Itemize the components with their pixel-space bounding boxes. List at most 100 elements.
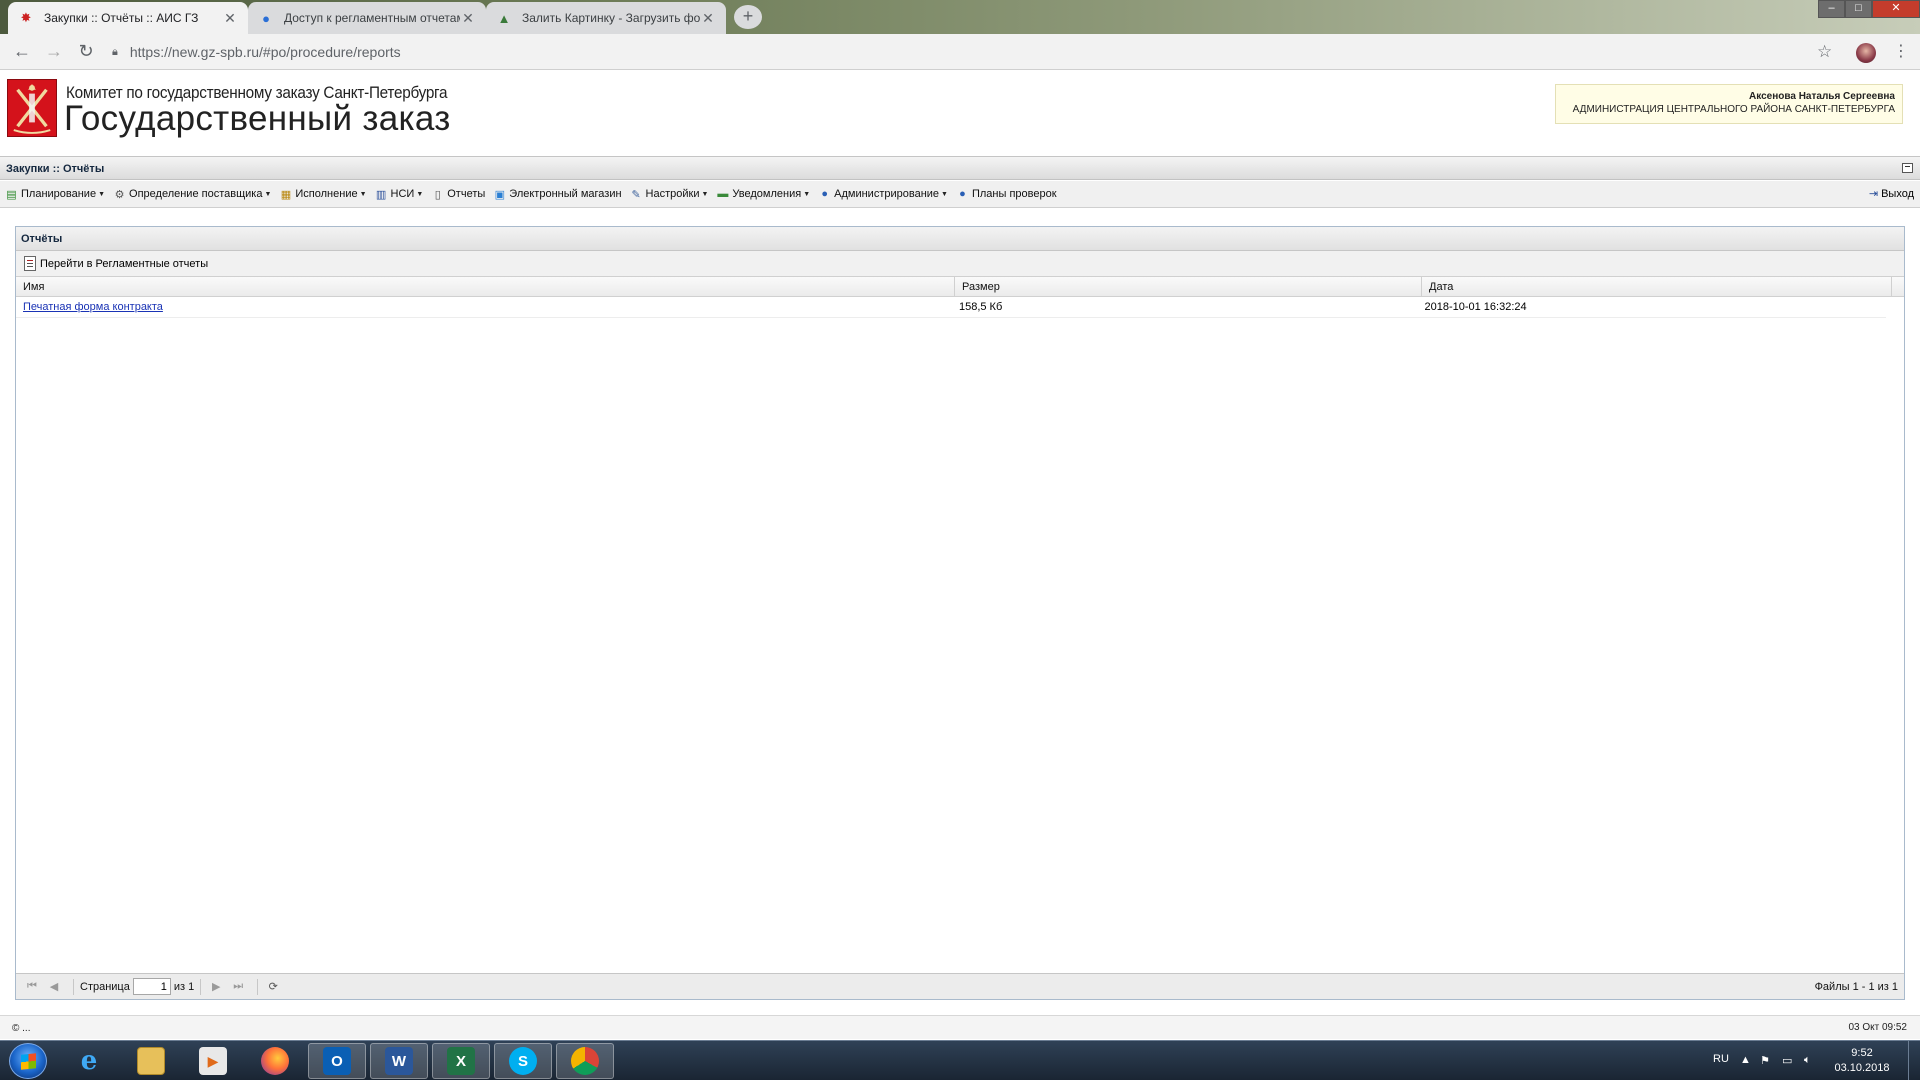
next-page-icon[interactable]: ▶ — [207, 980, 225, 993]
user-info-box: Аксенова Наталья Сергеевна АДМИНИСТРАЦИЯ… — [1555, 84, 1903, 124]
address-bar[interactable]: 🔒︎ https://new.gz-spb.ru/#po/procedure/r… — [112, 38, 1822, 66]
copyright-text: © ... — [12, 1023, 31, 1034]
menu-eshop[interactable]: ▣ Электронный магазин — [492, 187, 622, 201]
logout-button[interactable]: ⇥ Выход — [1866, 187, 1914, 201]
start-button[interactable] — [9, 1043, 47, 1079]
chevron-down-icon: ▼ — [701, 190, 709, 198]
column-header-name[interactable]: Имя — [16, 277, 955, 296]
column-header-size[interactable]: Размер — [955, 277, 1422, 296]
maximize-button[interactable]: □ — [1845, 0, 1872, 18]
goto-reglament-reports-button[interactable]: Перейти в Регламентные отчеты — [24, 256, 208, 271]
language-indicator[interactable]: RU — [1713, 1053, 1729, 1065]
clock-date: 03.10.2018 — [1834, 1062, 1890, 1074]
report-file-link[interactable]: Печатная форма контракта — [23, 301, 163, 313]
profile-avatar[interactable] — [1856, 43, 1876, 63]
menu-planning[interactable]: ▤ Планирование ▼ — [4, 187, 105, 201]
tab-reports[interactable]: ✸ Закупки :: Отчёты :: АИС ГЗ ✕ — [8, 2, 248, 34]
taskbar-ie[interactable]: e — [60, 1043, 118, 1079]
taskbar-media-player[interactable]: ▶ — [184, 1043, 242, 1079]
tab-reglament-access[interactable]: ● Доступ к регламентным отчетам ✕ — [248, 2, 486, 34]
browser-menu-icon[interactable]: ⋮ — [1893, 41, 1909, 61]
menu-administration[interactable]: ● Администрирование ▼ — [817, 187, 948, 201]
taskbar-outlook[interactable]: O — [308, 1043, 366, 1079]
reports-window-title: Отчёты — [16, 227, 1904, 251]
windows-taskbar: e ▶ O W X S RU ▲ ⚑ ▭ 🔈︎ 9:52 03.10.2018 — [0, 1040, 1920, 1080]
close-icon[interactable]: ✕ — [700, 10, 716, 27]
outlook-icon: O — [323, 1047, 351, 1075]
first-page-icon[interactable]: ⏮ — [23, 980, 41, 993]
word-icon: W — [385, 1047, 413, 1075]
execution-icon: ▦ — [280, 188, 292, 201]
menu-supplier[interactable]: ⚙ Определение поставщика ▼ — [112, 187, 272, 201]
back-arrow-icon[interactable]: ← — [6, 41, 38, 62]
clock-time: 9:52 — [1851, 1047, 1873, 1059]
menu-settings[interactable]: ✎ Настройки ▼ — [629, 187, 709, 201]
close-icon[interactable]: ✕ — [222, 10, 238, 27]
tray-expand-icon[interactable]: ▲ — [1740, 1054, 1751, 1066]
menu-nsi[interactable]: ▥ НСИ ▼ — [374, 187, 424, 201]
bookmark-star-icon[interactable]: ☆ — [1817, 42, 1832, 62]
window-controls: – □ ✕ — [1818, 0, 1920, 18]
grid-header: Имя Размер Дата — [16, 277, 1904, 297]
volume-icon[interactable]: 🔈︎ — [1804, 1054, 1811, 1067]
media-player-icon: ▶ — [199, 1047, 227, 1075]
last-page-icon[interactable]: ⏭ — [229, 980, 247, 993]
status-bar: © ... 03 Окт 09:52 — [0, 1015, 1920, 1039]
cell-size: 158,5 Кб — [958, 301, 1003, 313]
menu-notifications[interactable]: ▬ Уведомления ▼ — [715, 187, 810, 201]
wrench-icon: ✎ — [631, 188, 641, 201]
taskbar-word[interactable]: W — [370, 1043, 428, 1079]
close-window-button[interactable]: ✕ — [1872, 0, 1920, 18]
taskbar-chrome[interactable] — [556, 1043, 614, 1079]
tab-title: Закупки :: Отчёты :: АИС ГЗ — [44, 11, 199, 25]
divider — [257, 978, 259, 995]
prev-page-icon[interactable]: ◀ — [45, 980, 63, 993]
chevron-down-icon: ▼ — [803, 190, 811, 198]
taskbar-skype[interactable]: S — [494, 1043, 552, 1079]
table-row[interactable]: Печатная форма контракта 158,5 Кб 2018-1… — [16, 297, 1886, 318]
show-desktop-button[interactable] — [1908, 1041, 1920, 1080]
main-menu: ▤ Планирование ▼ ⚙ Определение поставщика… — [0, 181, 1920, 208]
folder-icon — [137, 1047, 165, 1075]
collapse-panel-button[interactable] — [1902, 163, 1913, 173]
firefox-icon — [261, 1047, 289, 1075]
divider — [73, 978, 74, 995]
user-icon: ● — [959, 188, 966, 200]
chevron-down-icon: ▼ — [941, 190, 948, 198]
clock[interactable]: 9:52 03.10.2018 — [1834, 1046, 1890, 1076]
page-number-input[interactable] — [132, 978, 171, 995]
taskbar-firefox[interactable] — [246, 1043, 304, 1079]
image-icon: ▲ — [497, 10, 511, 26]
menu-reports[interactable]: ▯ Отчеты — [430, 187, 486, 201]
server-datetime: 03 Окт 09:52 — [1848, 1022, 1907, 1033]
forward-arrow-icon[interactable]: → — [38, 41, 70, 62]
new-tab-button[interactable]: + — [734, 5, 762, 29]
files-total: Файлы 1 - 1 из 1 — [1814, 981, 1898, 993]
taskbar-explorer[interactable] — [122, 1043, 180, 1079]
excel-icon: X — [447, 1047, 475, 1075]
cell-date: 2018-10-01 16:32:24 — [1424, 301, 1527, 313]
report-icon: ▯ — [434, 188, 441, 201]
reload-icon[interactable]: ↻ — [70, 41, 102, 62]
refresh-icon[interactable]: ⟳ — [264, 980, 282, 993]
tab-upload-image[interactable]: ▲ Залить Картинку - Загрузить фото ✕ — [486, 2, 726, 34]
close-icon[interactable]: ✕ — [460, 10, 476, 27]
chevron-down-icon: ▼ — [416, 190, 424, 198]
network-icon[interactable]: ▭ — [1782, 1054, 1792, 1067]
menu-inspection-plans[interactable]: ● Планы проверок — [955, 187, 1056, 201]
action-center-flag-icon[interactable]: ⚑ — [1760, 1054, 1770, 1067]
column-header-date[interactable]: Дата — [1422, 277, 1892, 296]
url-text: https://new.gz-spb.ru/#po/procedure/repo… — [129, 44, 401, 60]
report-icon — [24, 256, 36, 271]
panel-title: Закупки :: Отчёты — [6, 163, 105, 175]
user-organization: АДМИНИСТРАЦИЯ ЦЕНТРАЛЬНОГО РАЙОНА САНКТ-… — [1572, 104, 1895, 115]
browser-tabbar: ✸ Закупки :: Отчёты :: АИС ГЗ ✕ ● Доступ… — [0, 0, 1920, 34]
minimize-button[interactable]: – — [1818, 0, 1845, 18]
menu-execution[interactable]: ▦ Исполнение ▼ — [278, 187, 367, 201]
site-header: Комитет по государственному заказу Санкт… — [0, 71, 1920, 157]
planning-icon: ▤ — [6, 188, 17, 201]
chevron-down-icon: ▼ — [264, 190, 272, 198]
taskbar-excel[interactable]: X — [432, 1043, 490, 1079]
spb-emblem-logo — [7, 79, 57, 137]
tab-title: Доступ к регламентным отчетам — [284, 11, 460, 25]
